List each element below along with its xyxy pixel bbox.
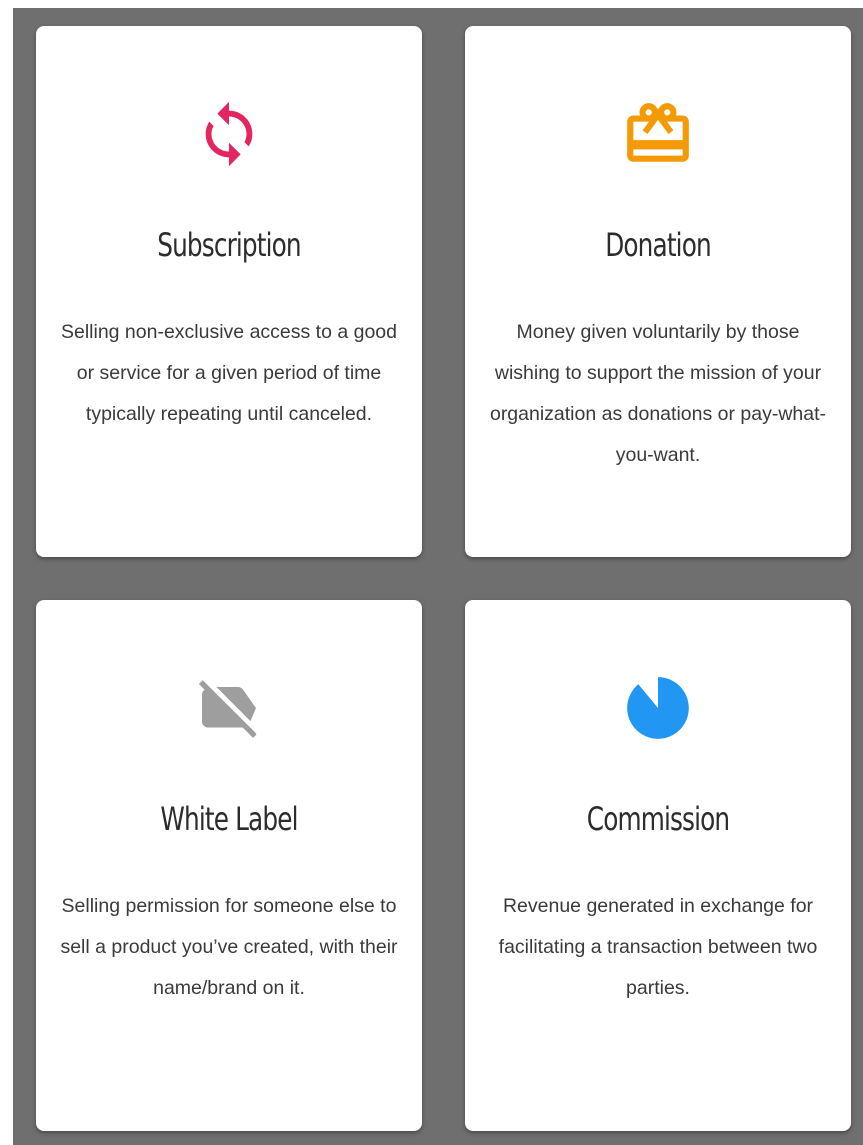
- card-white-label[interactable]: White Label Selling permission for someo…: [36, 600, 422, 1131]
- card-description: Selling permission for someone else to s…: [60, 895, 398, 999]
- card-title: White Label: [160, 800, 298, 838]
- label-off-icon: [187, 666, 271, 750]
- card-commission[interactable]: Commission Revenue generated in exchange…: [465, 600, 851, 1131]
- card-subscription[interactable]: Subscription Selling non-exclusive acces…: [36, 26, 422, 557]
- gift-card-icon: [616, 92, 700, 176]
- card-description: Selling non-exclusive access to a good o…: [60, 321, 398, 425]
- pie-chart-icon: [616, 666, 700, 750]
- sync-icon: [187, 92, 271, 176]
- card-donation[interactable]: Donation Money given voluntarily by thos…: [465, 26, 851, 557]
- card-description: Revenue generated in exchange for facili…: [498, 895, 818, 999]
- card-title: Commission: [586, 800, 730, 838]
- card-title: Donation: [605, 226, 711, 264]
- card-description: Money given voluntarily by those wishing…: [489, 321, 827, 466]
- card-title: Subscription: [157, 226, 301, 264]
